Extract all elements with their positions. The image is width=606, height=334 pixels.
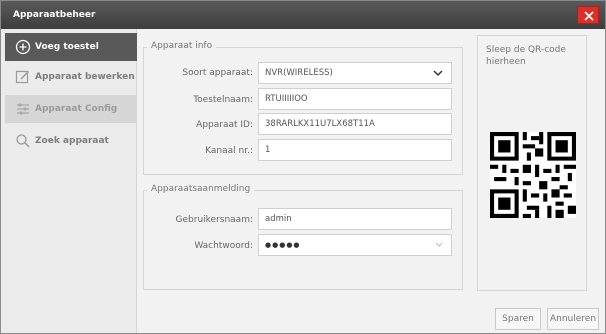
login-title: Apparaatsaanmelding — [147, 184, 255, 194]
device-name-label: Toestelnaam: — [193, 95, 253, 105]
qr-drop-area[interactable]: Sleep de QR-code hierheen — [477, 35, 587, 291]
channel-label: Kanaal nr.: — [205, 146, 253, 156]
chevron-down-icon — [433, 70, 443, 77]
sidebar-item-search-device[interactable]: Zoek apparaat — [5, 127, 137, 155]
username-value: admin — [265, 214, 292, 224]
close-button[interactable] — [577, 6, 599, 24]
sidebar-item-label: Zoek apparaat — [35, 136, 109, 146]
device-type-select[interactable]: NVR(WIRELESS) — [258, 62, 452, 84]
titlebar: Apparaatbeheer — [1, 1, 605, 29]
qr-instruction: Sleep de QR-code hierheen — [486, 45, 566, 67]
chevron-down-icon — [435, 242, 443, 247]
qr-code-image — [490, 132, 576, 218]
sidebar: Voeg toestel Apparaat bewerken Apparaat … — [1, 29, 137, 333]
config-icon — [17, 103, 29, 115]
password-label: Wachtwoord: — [194, 241, 253, 251]
username-input[interactable]: admin — [258, 208, 452, 230]
device-name-value: RTUIIIIIOO — [265, 94, 308, 104]
device-name-input[interactable]: RTUIIIIIOO — [258, 88, 452, 110]
window-title: Apparaatbeheer — [13, 10, 96, 20]
device-info-title: Apparaat info — [147, 41, 217, 51]
cancel-button[interactable]: Annuleren — [547, 308, 599, 330]
channel-input[interactable]: 1 — [258, 139, 452, 161]
username-label: Gebruikersnaam: — [175, 215, 253, 225]
device-id-value: 38RARLKX11U7LX68T11A — [265, 119, 375, 129]
edit-icon — [15, 70, 29, 84]
plus-circle-icon — [15, 39, 31, 55]
sidebar-item-edit-device[interactable]: Apparaat bewerken — [5, 63, 137, 91]
save-button[interactable]: Sparen — [495, 308, 541, 330]
sidebar-item-label: Apparaat bewerken — [35, 72, 135, 82]
device-id-label: Apparaat ID: — [196, 120, 253, 130]
sidebar-item-device-config[interactable]: Apparaat Config — [5, 95, 137, 123]
password-input[interactable]: ●●●●● — [258, 234, 452, 256]
device-id-input[interactable]: 38RARLKX11U7LX68T11A — [258, 113, 452, 135]
search-icon — [16, 134, 30, 148]
device-type-value: NVR(WIRELESS) — [265, 68, 333, 78]
password-value: ●●●●● — [265, 241, 301, 249]
close-icon — [584, 11, 594, 21]
sidebar-item-label: Voeg toestel — [35, 42, 99, 52]
device-type-label: Soort apparaat: — [182, 68, 253, 78]
sidebar-item-add-device[interactable]: Voeg toestel — [5, 33, 137, 61]
channel-value: 1 — [265, 145, 271, 155]
sidebar-item-label: Apparaat Config — [35, 104, 118, 114]
device-manager-window: Apparaatbeheer Voeg toestel Apparaat bew… — [0, 0, 606, 334]
